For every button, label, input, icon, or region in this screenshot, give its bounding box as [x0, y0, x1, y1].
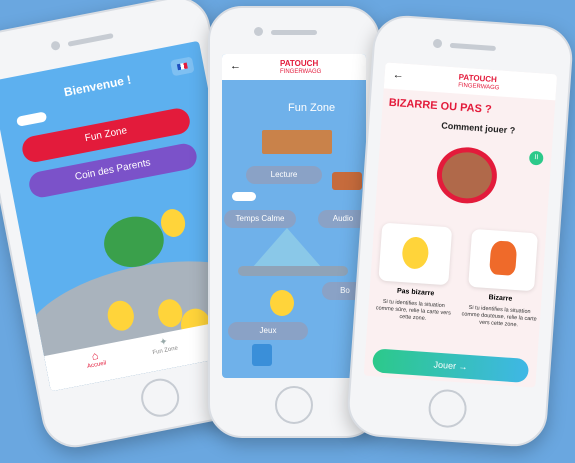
patouch-logo: PATOUCH FINGERWAGG [280, 59, 322, 76]
camera [254, 27, 263, 36]
bookshelf-illustration [262, 130, 332, 154]
top-bar: ← PATOUCH FINGERWAGG [383, 62, 558, 101]
back-icon[interactable]: ← [392, 69, 404, 82]
temps-calme-button[interactable]: Temps Calme [224, 210, 296, 228]
game-screen: ← PATOUCH FINGERWAGG BIZARRE OU PAS ? Com… [363, 62, 558, 388]
top-bar: ← PATOUCH FINGERWAGG [222, 54, 366, 80]
robot-icon [252, 344, 272, 366]
jeux-button[interactable]: Jeux [228, 322, 308, 340]
welcome-title: Bienvenue ! [62, 72, 133, 100]
back-icon[interactable]: ← [230, 60, 241, 72]
jouer-button[interactable]: Jouer → [371, 348, 530, 384]
pause-button[interactable]: II [528, 150, 544, 166]
card-bizarre [468, 228, 539, 292]
phone-game: ← PATOUCH FINGERWAGG BIZARRE OU PAS ? Com… [345, 13, 575, 449]
toys-illustration [238, 266, 348, 276]
speaker [67, 33, 114, 47]
tab-accueil[interactable]: ⌂ Accueil [74, 347, 117, 372]
bizarre-text: Si tu identifies la situation comme dout… [461, 304, 537, 329]
chick-icon [401, 236, 430, 270]
pas-bizarre-title: Pas bizarre [396, 287, 435, 298]
how-to-play-heading: Comment jouer ? [440, 120, 516, 136]
audio-button[interactable]: Audio [318, 210, 366, 228]
game-heading: BIZARRE OU PAS ? [388, 96, 493, 116]
bizarre-title: Bizarre [488, 294, 513, 303]
speaker [449, 42, 496, 52]
fun-zone-title: Fun Zone [288, 102, 336, 114]
flag-icon [176, 62, 188, 71]
camera [432, 38, 443, 49]
tent-illustration [252, 228, 322, 268]
home-button[interactable] [275, 386, 313, 424]
pas-bizarre-text: Si tu identifies la situation comme sûre… [375, 298, 452, 322]
chick-icon [270, 290, 294, 316]
speaker [271, 30, 317, 35]
rooster-icon [489, 240, 518, 276]
home-button[interactable] [137, 375, 183, 420]
tab-fun-zone[interactable]: ✦ Fun Zone [143, 333, 186, 357]
lecture-button[interactable]: Lecture [246, 166, 322, 184]
cloud [15, 111, 48, 127]
cloud [232, 192, 256, 201]
camera [50, 40, 61, 51]
patouch-logo: PATOUCH FINGERWAGG [457, 72, 500, 92]
hedgehog-illustration [440, 150, 494, 201]
card-pas-bizarre [378, 222, 453, 286]
fun-zone-screen: ← PATOUCH FINGERWAGG Fun Zone Lecture Tem… [222, 54, 366, 378]
language-flag-button[interactable] [170, 56, 195, 77]
radio-icon [332, 172, 362, 190]
home-button[interactable] [427, 388, 468, 429]
